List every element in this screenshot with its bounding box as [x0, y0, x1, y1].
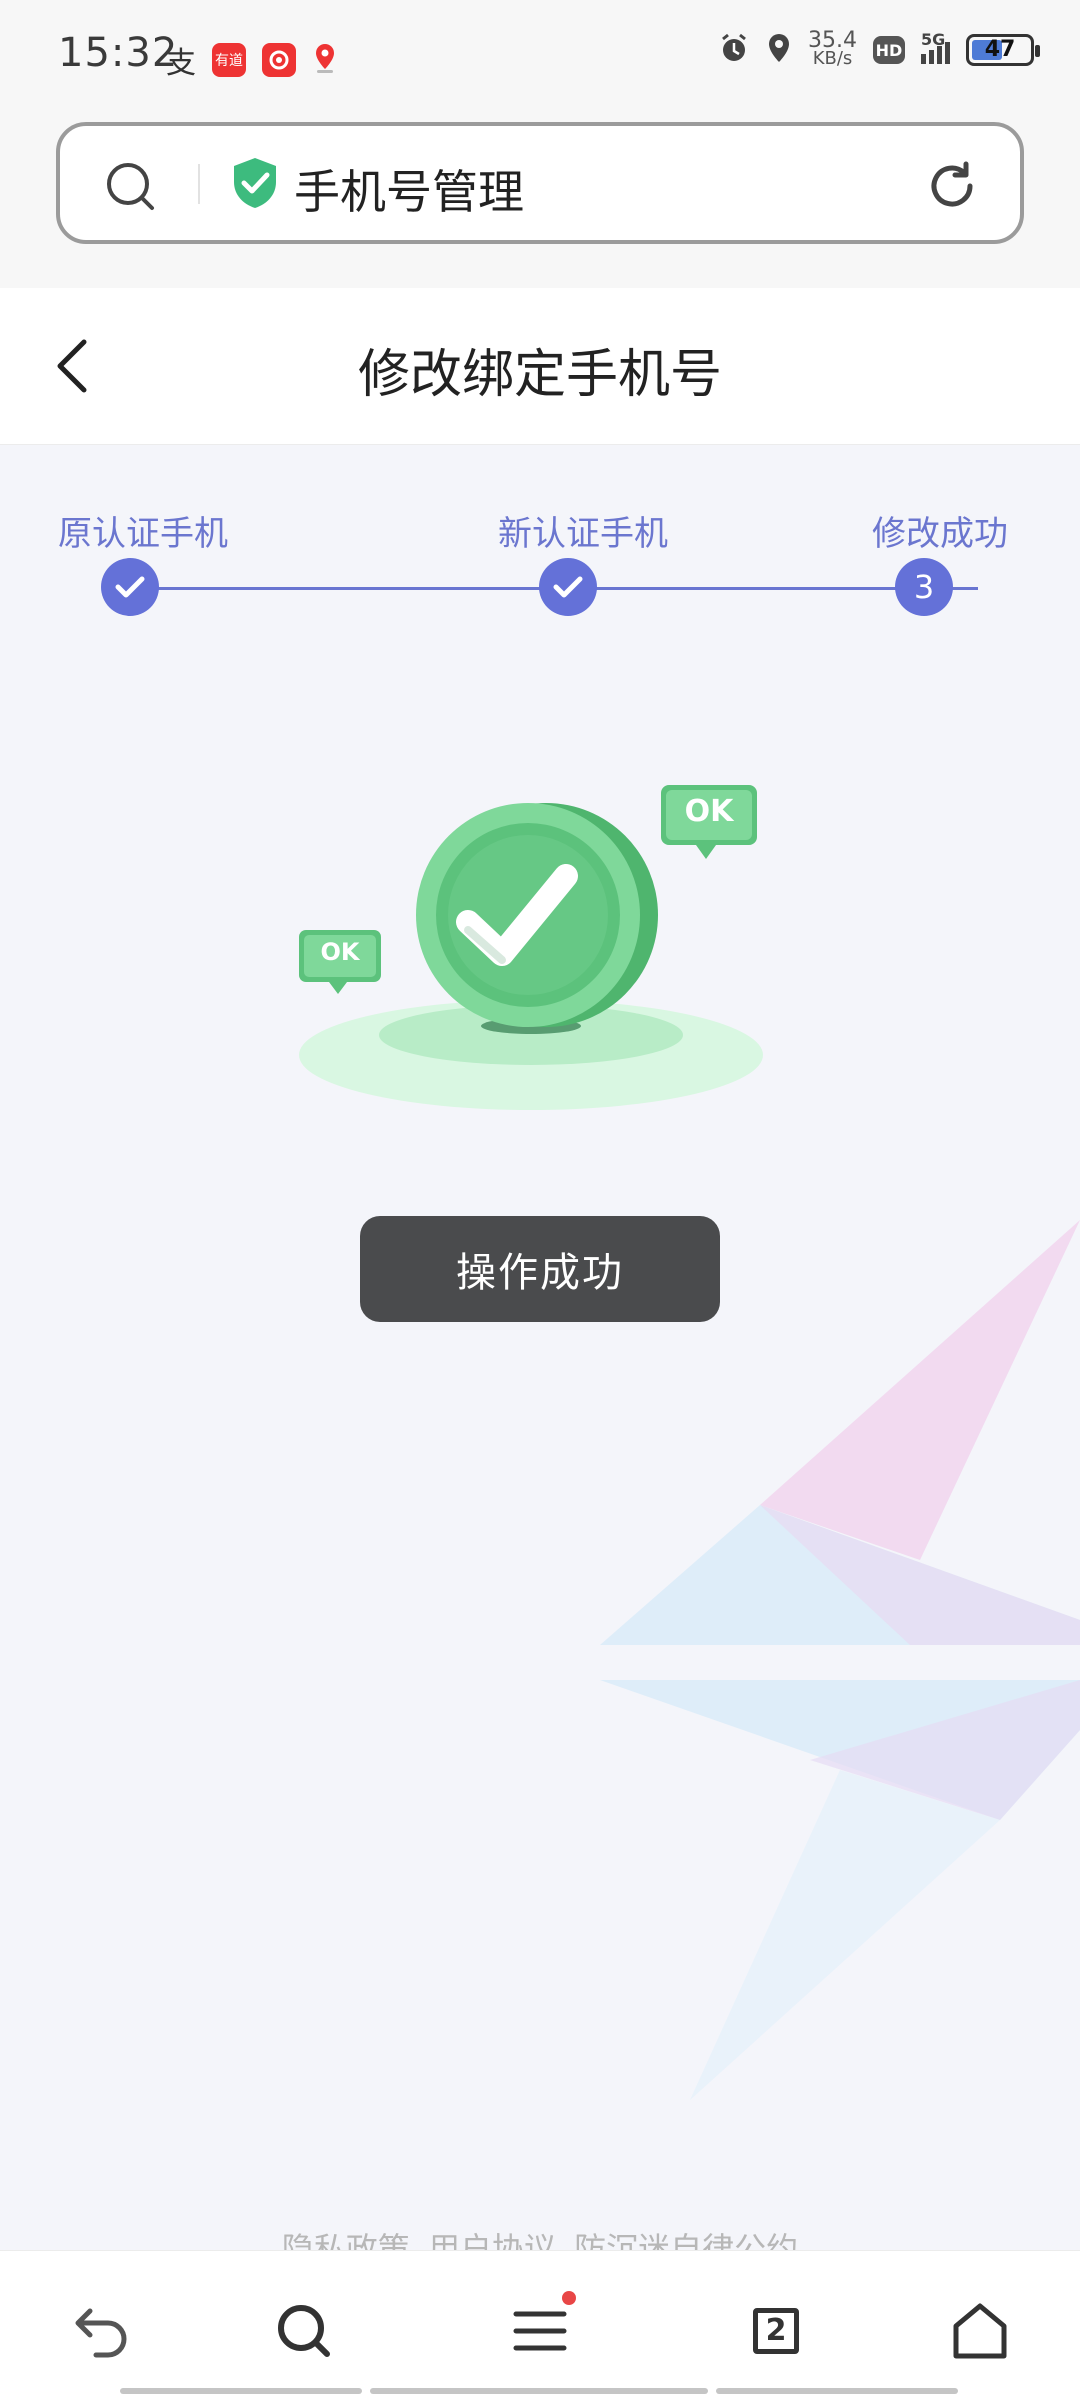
nav-tabs-button[interactable]: 2	[736, 2291, 816, 2371]
background-decoration	[600, 1220, 1080, 2100]
search-icon	[278, 2305, 330, 2357]
nav-search-button[interactable]	[264, 2291, 344, 2371]
step-dot-1	[101, 558, 159, 616]
youdao-icon: 有道	[212, 43, 246, 77]
gesture-bar-right	[716, 2388, 958, 2394]
location-icon	[766, 32, 792, 68]
nav-home-button[interactable]	[940, 2291, 1020, 2371]
alipay-icon: 支	[166, 46, 196, 81]
page-header: 修改绑定手机号	[0, 288, 1080, 445]
nav-menu-button[interactable]	[500, 2291, 580, 2371]
shield-check-icon	[230, 156, 280, 214]
address-title[interactable]: 手机号管理	[294, 156, 524, 222]
step-label-1: 原认证手机	[58, 514, 228, 554]
step-dot-3: 3	[895, 558, 953, 616]
search-icon[interactable]	[104, 160, 158, 218]
hd-icon: HD	[873, 36, 905, 64]
nav-back-button[interactable]	[62, 2291, 142, 2371]
notification-icons: 支 有道	[166, 38, 338, 82]
progress-steps: 原认证手机 新认证手机 修改成功 3	[0, 444, 1080, 644]
check-icon	[553, 576, 583, 598]
notification-dot	[562, 2291, 576, 2305]
battery-level: 47	[984, 37, 1016, 62]
address-bar[interactable]: 手机号管理	[56, 122, 1024, 244]
address-divider	[198, 164, 200, 204]
check-icon	[115, 576, 145, 598]
step-label-2: 新认证手机	[498, 514, 668, 554]
step-dot-2	[539, 558, 597, 616]
undo-icon	[75, 2308, 127, 2358]
maps-icon	[312, 42, 338, 78]
netease-music-icon	[262, 43, 296, 77]
ok-label-small: OK	[320, 938, 360, 966]
system-icons: 35.4 KB/s HD 5G 47	[718, 30, 1040, 69]
home-icon	[953, 2303, 1007, 2359]
bottom-nav: 2	[0, 2250, 1080, 2401]
menu-icon	[513, 2311, 567, 2351]
refresh-icon[interactable]	[924, 158, 980, 218]
success-illustration: OK OK	[296, 780, 776, 1120]
gesture-bar-center	[370, 2388, 708, 2394]
status-time: 15:32	[58, 30, 179, 76]
status-bar: 15:32 支 有道 35.4 KB/s HD 5G 47	[0, 0, 1080, 112]
battery-icon: 47	[966, 34, 1040, 66]
ok-label-large: OK	[684, 794, 734, 829]
step-label-3: 修改成功	[872, 514, 1008, 554]
alarm-icon	[718, 32, 750, 68]
page-title: 修改绑定手机号	[357, 345, 722, 405]
success-toast: 操作成功	[360, 1216, 720, 1322]
browser-toolbar: 手机号管理	[0, 112, 1080, 288]
signal-icon: 5G	[921, 30, 950, 64]
tab-count: 2	[753, 2308, 799, 2354]
gesture-bar-left	[120, 2388, 362, 2394]
network-speed: 35.4 KB/s	[808, 30, 857, 69]
step-number: 3	[913, 568, 935, 606]
network-type: 5G	[921, 30, 946, 49]
speed-unit: KB/s	[812, 48, 853, 69]
